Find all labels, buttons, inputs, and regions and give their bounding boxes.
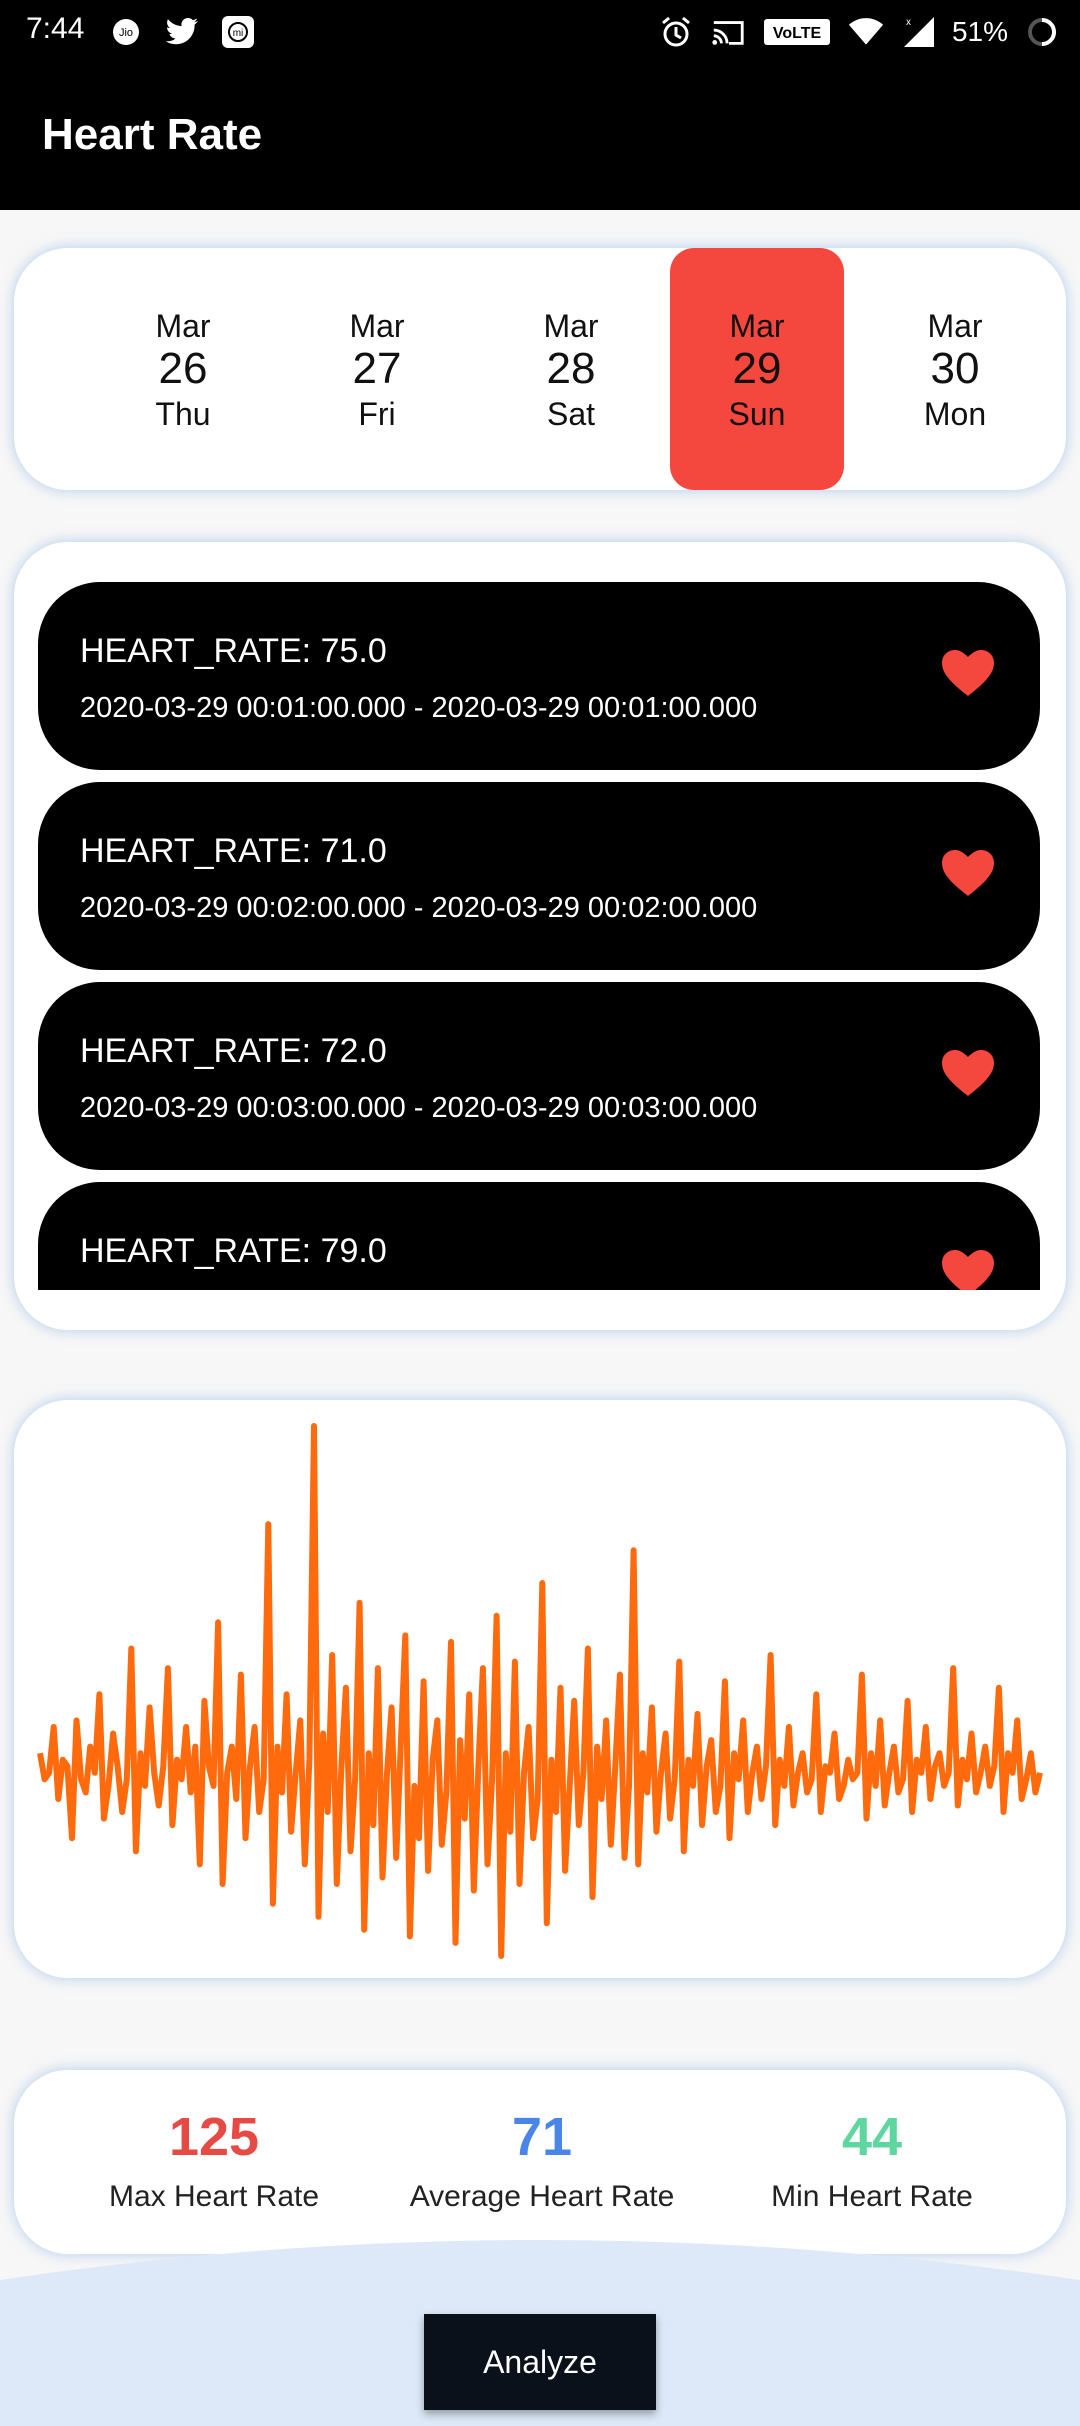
- reading-range: 2020-03-29 00:03:00.000 - 2020-03-29 00:…: [80, 1092, 758, 1124]
- cast-icon: [710, 14, 746, 50]
- date-day: 28: [546, 344, 596, 393]
- date-weekday: Mon: [923, 396, 987, 432]
- heart-icon: [942, 1050, 994, 1096]
- jio-icon: Jio: [108, 14, 144, 50]
- date-month: Mar: [349, 308, 405, 344]
- status-time: 7:44: [26, 12, 85, 45]
- heart-rate-chart: [37, 1423, 1043, 1959]
- list-item[interactable]: HEART_RATE: 72.0 2020-03-29 00:03:00.000…: [38, 982, 1040, 1170]
- svg-text:Jio: Jio: [119, 27, 133, 39]
- reading-value: HEART_RATE: 72.0: [80, 1032, 387, 1070]
- date-day: 26: [158, 344, 208, 393]
- signal-icon: x: [900, 14, 936, 50]
- battery-icon: [1024, 14, 1060, 50]
- alarm-icon: [658, 14, 694, 50]
- volte-icon: VoLTE: [762, 14, 832, 50]
- date-item-mar-29-selected[interactable]: Mar 29 Sun: [670, 248, 844, 490]
- date-selector: Mar 26 Thu Mar 27 Fri Mar 28 Sat Mar 29 …: [14, 248, 1066, 490]
- max-heart-rate-value: 125: [168, 2107, 260, 2167]
- date-item-mar-28[interactable]: Mar 28 Sat: [484, 248, 658, 490]
- date-weekday: Sat: [546, 396, 596, 432]
- date-item-mar-30[interactable]: Mar 30 Mon: [868, 248, 1042, 490]
- volte-text: VoLTE: [773, 25, 822, 42]
- reading-value: HEART_RATE: 71.0: [80, 832, 387, 870]
- date-month: Mar: [155, 308, 211, 344]
- heart-rate-chart-card: [14, 1400, 1066, 1978]
- date-day: 30: [930, 344, 980, 393]
- reading-value: HEART_RATE: 75.0: [80, 632, 387, 670]
- list-item[interactable]: HEART_RATE: 75.0 2020-03-29 00:01:00.000…: [38, 582, 1040, 770]
- max-heart-rate-label: Max Heart Rate: [108, 2180, 320, 2213]
- heart-icon: [942, 650, 994, 696]
- date-day: 29: [732, 344, 782, 393]
- heart-rate-list[interactable]: HEART_RATE: 75.0 2020-03-29 00:01:00.000…: [38, 582, 1040, 1290]
- mi-icon: mi: [220, 14, 256, 50]
- reading-value: HEART_RATE: 79.0: [80, 1232, 387, 1270]
- chart-series-line: [37, 1423, 1043, 1959]
- date-item-mar-26[interactable]: Mar 26 Thu: [96, 248, 270, 490]
- reading-range: 2020-03-29 00:01:00.000 - 2020-03-29 00:…: [80, 692, 758, 724]
- heart-rate-list-card: HEART_RATE: 75.0 2020-03-29 00:01:00.000…: [14, 542, 1066, 1330]
- stats-card: 125 Max Heart Rate 71 Average Heart Rate…: [14, 2070, 1066, 2254]
- date-day: 27: [352, 344, 402, 393]
- svg-text:mi: mi: [233, 28, 244, 39]
- reading-range: 2020-03-29 00:02:00.000 - 2020-03-29 00:…: [80, 892, 758, 924]
- app-bar: Heart Rate: [0, 68, 1080, 210]
- date-month: Mar: [927, 308, 983, 344]
- min-heart-rate-label: Min Heart Rate: [771, 2180, 973, 2213]
- analyze-button[interactable]: Analyze: [424, 2314, 656, 2410]
- date-month: Mar: [543, 308, 599, 344]
- twitter-icon: [164, 14, 200, 50]
- list-item[interactable]: HEART_RATE: 71.0 2020-03-29 00:02:00.000…: [38, 782, 1040, 970]
- battery-percent: 51%: [951, 16, 1008, 47]
- date-weekday: Thu: [155, 396, 211, 432]
- heart-icon: [942, 1250, 994, 1290]
- page-title: Heart Rate: [42, 110, 263, 159]
- heart-icon: [942, 850, 994, 896]
- average-heart-rate-value: 71: [511, 2107, 573, 2167]
- status-bar: 7:44 Jio mi VoLTE x 51%: [0, 0, 1080, 68]
- date-item-mar-27[interactable]: Mar 27 Fri: [290, 248, 464, 490]
- date-month: Mar: [729, 308, 785, 344]
- min-heart-rate-value: 44: [841, 2107, 903, 2167]
- svg-text:x: x: [906, 17, 911, 28]
- date-weekday: Fri: [358, 396, 396, 432]
- wifi-icon: [848, 14, 884, 50]
- date-weekday: Sun: [728, 396, 786, 432]
- list-item[interactable]: HEART_RATE: 79.0: [38, 1182, 1040, 1290]
- average-heart-rate-label: Average Heart Rate: [409, 2180, 675, 2213]
